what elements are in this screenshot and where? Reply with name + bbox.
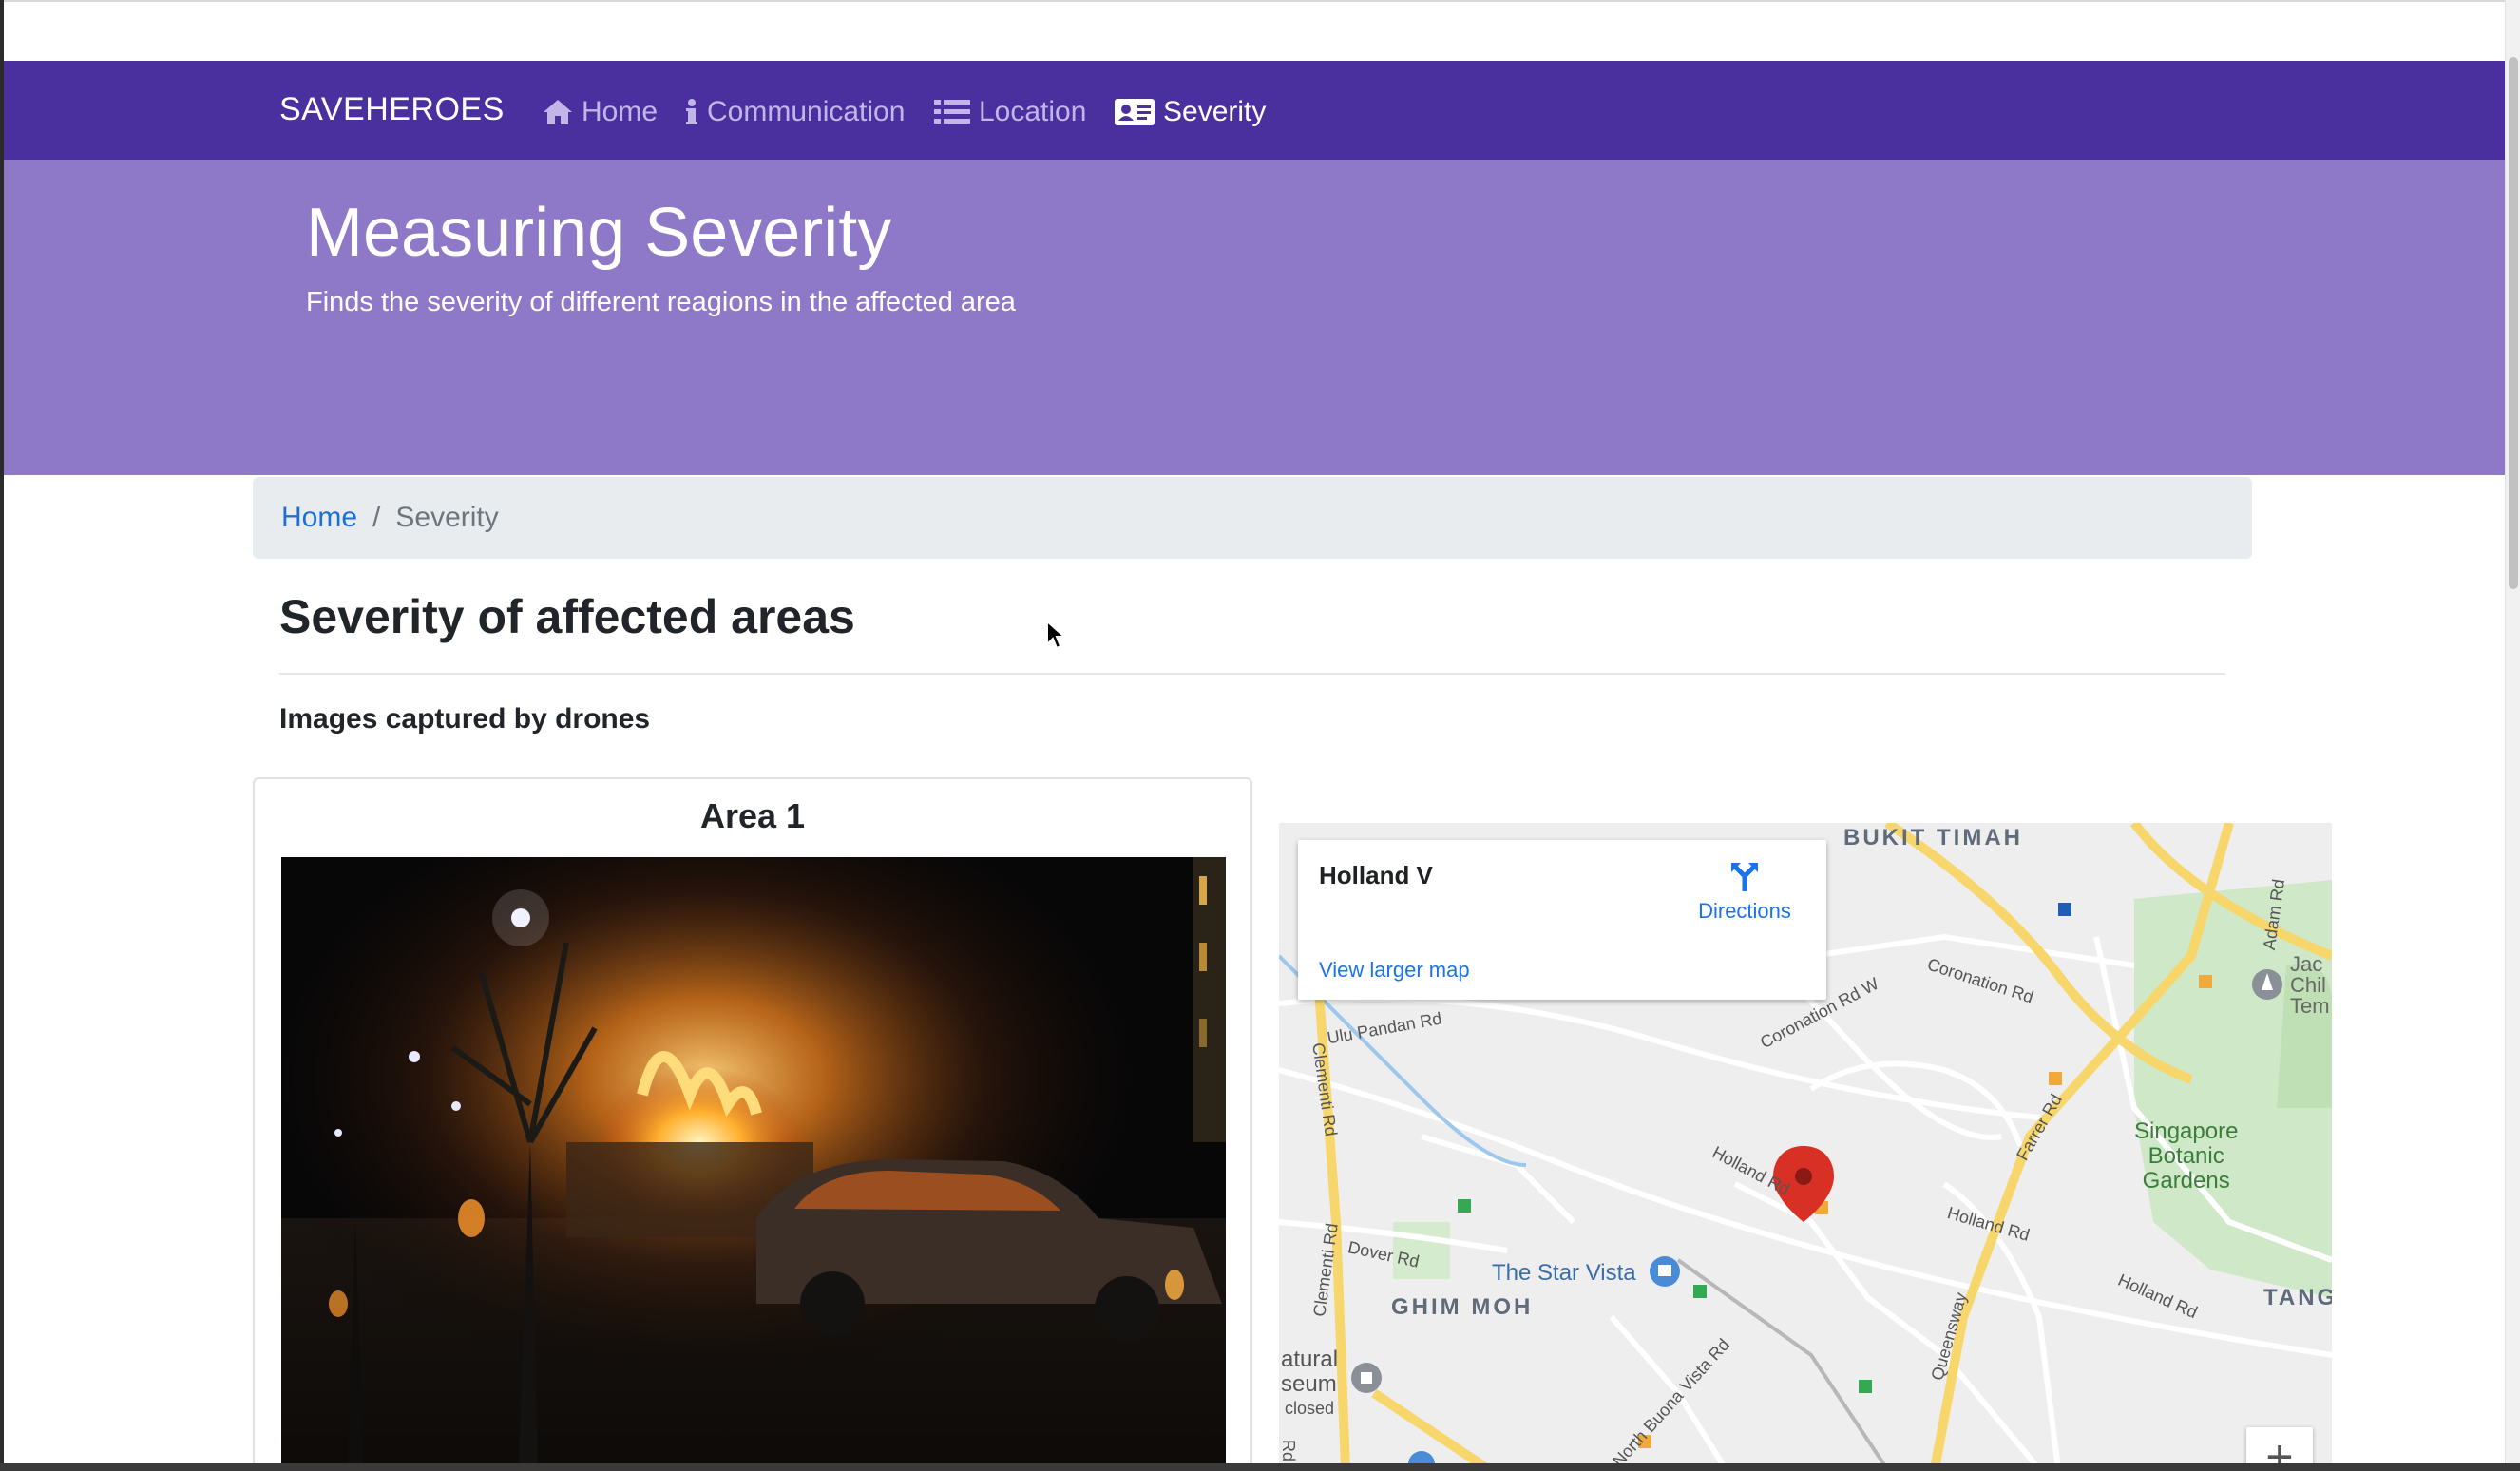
info-icon — [686, 99, 697, 124]
nav-link-severity-label: Severity — [1163, 96, 1267, 127]
window-edge-bottom — [0, 1463, 2520, 1471]
nav-link-location[interactable]: Location — [933, 93, 1086, 131]
map-label-rd-stub: Rd — [1279, 1439, 1299, 1462]
id-card-icon — [1115, 99, 1155, 125]
section-heading: Severity of affected areas — [279, 590, 855, 643]
burning-car-photo — [281, 857, 1226, 1471]
map-place-name: Holland V — [1319, 861, 1433, 889]
map-label-ghim-moh: GHIM MOH — [1391, 1294, 1534, 1320]
breadcrumb: Home / Severity — [253, 477, 2252, 559]
images-section-label: Images captured by drones — [279, 703, 651, 735]
divider — [279, 673, 2225, 675]
map-label-bukit-timah: BUKIT TIMAH — [1843, 825, 2023, 850]
browser-viewport: SAVEHEROES Home Communication Location S… — [0, 0, 2520, 1471]
mouse-cursor-icon — [1046, 620, 1066, 650]
nav-link-communication-label: Communication — [707, 96, 906, 127]
map-label-botanic-gardens: Singapore Botanic Gardens — [2134, 1118, 2239, 1194]
map-label-jacob-childrens: Jac Chil Tem — [2290, 952, 2330, 1018]
map-embed[interactable]: BUKIT TIMAH Coronation Rd Coronation Rd … — [1279, 823, 2332, 1469]
directions-button[interactable]: Directions — [1678, 859, 1811, 924]
breadcrumb-home-link[interactable]: Home — [281, 502, 357, 534]
navbar-brand[interactable]: SAVEHEROES — [279, 91, 505, 128]
breadcrumb-current: Severity — [395, 502, 499, 533]
map-label-closed: closed — [1285, 1399, 1335, 1418]
page-subtitle: Finds the severity of different reagions… — [306, 287, 1016, 317]
scrollbar-thumb[interactable] — [2509, 57, 2518, 589]
page-top-area — [4, 0, 2507, 61]
nav-link-communication[interactable]: Communication — [684, 93, 905, 131]
map-label-museum: atural seum — [1281, 1347, 1339, 1397]
map-label-tanglin: TANGLI — [2263, 1285, 2332, 1310]
nav-link-home-label: Home — [582, 96, 659, 127]
nav-link-severity[interactable]: Severity — [1114, 93, 1266, 131]
map-label-star-vista: The Star Vista — [1492, 1260, 1636, 1286]
page-title: Measuring Severity — [306, 195, 892, 271]
breadcrumb-separator: / — [372, 502, 381, 533]
nav-link-home[interactable]: Home — [542, 93, 658, 131]
navbar: SAVEHEROES Home Communication Location S… — [4, 61, 2505, 160]
area-card-title: Area 1 — [699, 796, 806, 835]
view-larger-map-link[interactable]: View larger map — [1319, 958, 1470, 983]
area-card: Area 1 — [253, 777, 1252, 1471]
jumbotron: Measuring Severity Finds the severity of… — [4, 160, 2505, 475]
page-scrollbar[interactable] — [2505, 0, 2520, 1463]
nav-link-location-label: Location — [979, 96, 1087, 127]
directions-label: Directions — [1698, 899, 1791, 923]
directions-icon — [1731, 863, 1758, 891]
map-info-card: Holland V Directions View larger map — [1298, 840, 1826, 1000]
home-icon — [544, 100, 572, 124]
list-icon — [934, 100, 970, 124]
drone-image — [281, 857, 1226, 1471]
